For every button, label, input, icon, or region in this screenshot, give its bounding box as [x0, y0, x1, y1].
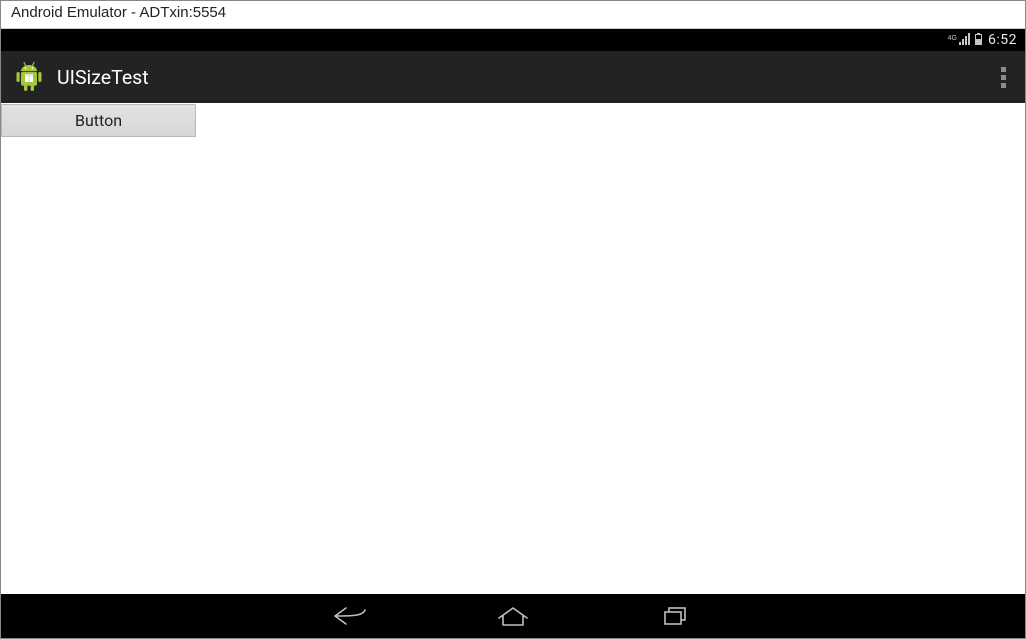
- overflow-menu-icon[interactable]: [991, 61, 1015, 93]
- home-icon[interactable]: [492, 602, 534, 630]
- android-robot-icon: [13, 61, 45, 93]
- device-frame: 4G 6:52: [1, 29, 1025, 638]
- back-icon[interactable]: [330, 602, 372, 630]
- signal-bars-icon: [959, 33, 971, 48]
- content-area: Button: [1, 103, 1025, 594]
- battery-icon: [975, 33, 982, 48]
- status-bar: 4G 6:52: [1, 29, 1025, 51]
- action-bar: UISizeTest: [1, 51, 1025, 103]
- window-title: Android Emulator - ADTxin:5554: [1, 1, 1025, 29]
- emulator-window: Android Emulator - ADTxin:5554 4G: [0, 0, 1026, 639]
- recents-icon[interactable]: [654, 602, 696, 630]
- status-clock: 6:52: [988, 32, 1017, 48]
- navigation-bar: [1, 594, 1025, 638]
- test-button[interactable]: Button: [1, 104, 196, 137]
- network-type-label: 4G: [948, 35, 957, 46]
- app-title: UISizeTest: [57, 66, 149, 89]
